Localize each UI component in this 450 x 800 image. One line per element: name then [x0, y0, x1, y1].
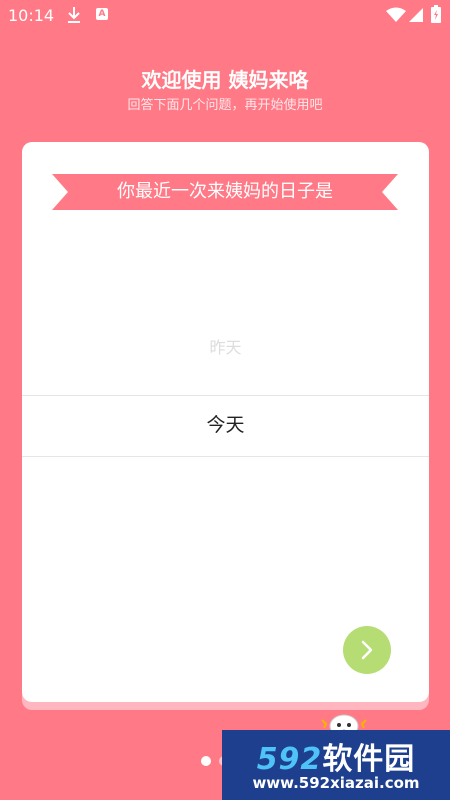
question-ribbon: 你最近一次来姨妈的日子是	[52, 174, 398, 210]
wifi-icon	[386, 7, 406, 23]
picker-divider-top	[22, 395, 429, 396]
download-icon	[66, 6, 82, 24]
watermark-url: www.592xiazai.com	[252, 774, 420, 792]
next-button[interactable]	[343, 626, 391, 674]
signal-icon	[408, 7, 424, 23]
status-time: 10:14	[8, 6, 55, 25]
a-icon: A	[96, 8, 108, 20]
question-text: 你最近一次来姨妈的日子是	[117, 181, 333, 202]
picker-option-previous[interactable]: 昨天	[22, 334, 429, 358]
page-subtitle: 回答下面几个问题，再开始使用吧	[127, 98, 323, 113]
chevron-right-icon	[361, 640, 373, 660]
page-dot-active	[201, 756, 211, 766]
watermark-banner: 592软件园 www.592xiazai.com	[222, 730, 450, 800]
status-bar: 10:14 A	[0, 0, 450, 32]
watermark-logo-digits: 592	[256, 742, 323, 777]
page-title: 欢迎使用 姨妈来咯	[141, 68, 309, 92]
picker-option-selected[interactable]: 今天	[22, 410, 429, 437]
picker-divider-bottom	[22, 456, 429, 457]
watermark-logo-text: 软件园	[322, 742, 416, 777]
question-card: 你最近一次来姨妈的日子是 昨天 今天	[22, 142, 429, 702]
watermark-logo: 592软件园	[222, 734, 450, 778]
battery-icon	[431, 5, 441, 23]
